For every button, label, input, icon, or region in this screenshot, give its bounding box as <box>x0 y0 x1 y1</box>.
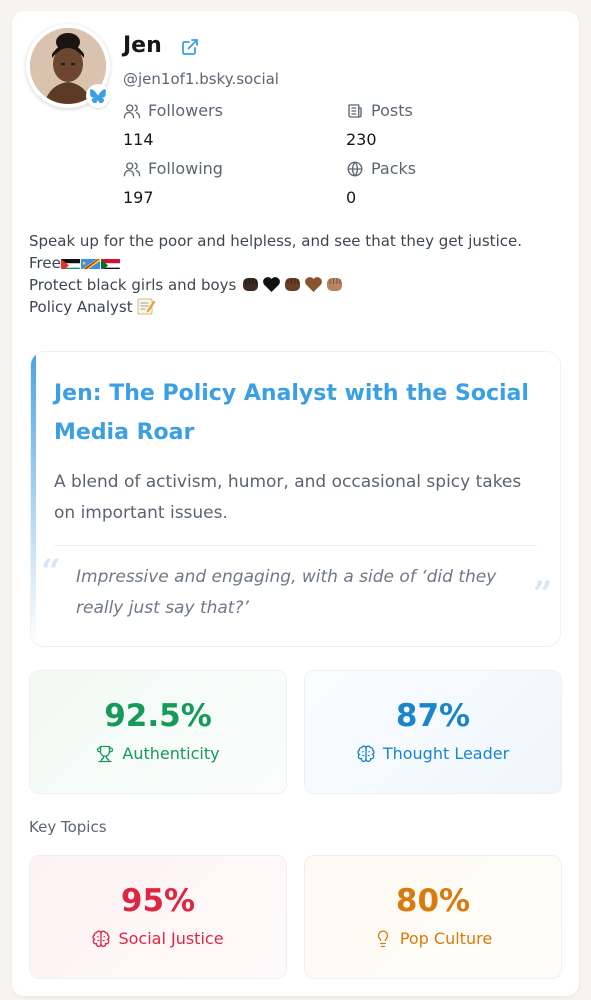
metric-thought-leader: 87% Thought Leader <box>304 670 562 794</box>
metric-label: Thought Leader <box>382 744 510 763</box>
globe-icon <box>347 161 363 176</box>
butterfly-icon <box>86 84 110 108</box>
users-icon <box>123 103 141 118</box>
profile-name: Jen <box>123 33 162 58</box>
open-quote-icon: “ <box>41 552 61 592</box>
trophy-icon <box>97 745 114 762</box>
bio-line: Protect black girls and boys <box>29 274 559 296</box>
profile-handle[interactable]: @jen1of1.bsky.social <box>123 70 279 88</box>
sudan-flag-icon <box>100 256 120 269</box>
metric-value: 92.5% <box>104 698 212 734</box>
persona-card: Jen: The Policy Analyst with the Social … <box>30 351 561 647</box>
profile-bio: Speak up for the poor and helpless, and … <box>29 230 559 318</box>
lightbulb-icon <box>377 929 388 947</box>
stat-followers[interactable]: Followers 114 <box>123 101 223 149</box>
bio-text: Policy Analyst <box>29 298 133 316</box>
users-icon <box>123 161 141 176</box>
bio-line: Speak up for the poor and helpless, and … <box>29 232 522 250</box>
stat-label: Posts <box>371 101 413 120</box>
bio-text: Free <box>29 254 61 272</box>
external-link-icon[interactable] <box>180 37 200 57</box>
palestine-flag-icon <box>60 256 80 269</box>
brain-icon <box>357 745 375 762</box>
stat-value: 230 <box>346 130 377 149</box>
persona-description: A blend of activism, humor, and occasion… <box>54 472 522 523</box>
stat-value: 0 <box>346 188 357 207</box>
raised-fist-dark-icon <box>241 276 260 293</box>
memo-icon <box>137 298 155 315</box>
stat-label: Followers <box>148 101 223 120</box>
bio-line: Free <box>29 252 559 274</box>
stat-label: Packs <box>371 159 417 178</box>
divider <box>54 545 537 546</box>
stat-following[interactable]: Following 197 <box>123 159 223 207</box>
metric-authenticity: 92.5% Authenticity <box>29 670 287 794</box>
stat-packs[interactable]: Packs 0 <box>346 159 416 207</box>
close-quote-icon: ” <box>533 574 553 614</box>
topic-social-justice: 95% Social Justice <box>29 855 287 979</box>
metric-value: 87% <box>395 698 471 734</box>
stat-value: 197 <box>123 188 154 207</box>
congo-flag-icon <box>80 256 100 269</box>
newspaper-icon <box>348 103 362 118</box>
metric-label: Authenticity <box>122 744 220 763</box>
stat-label: Following <box>148 159 223 178</box>
topic-label: Pop Culture <box>399 929 493 948</box>
stat-value: 114 <box>123 130 154 149</box>
brown-heart-icon <box>304 276 323 293</box>
brain-icon <box>92 930 111 947</box>
persona-quote: Impressive and engaging, with a side of … <box>76 567 497 618</box>
persona-accent-bar <box>31 352 36 646</box>
black-heart-icon <box>262 276 281 293</box>
topic-value: 80% <box>395 883 471 919</box>
raised-fist-medium-icon <box>325 276 344 293</box>
topic-pop-culture: 80% Pop Culture <box>304 855 562 979</box>
bio-line: Policy Analyst <box>29 296 559 318</box>
topic-value: 95% <box>120 883 196 919</box>
key-topics-heading: Key Topics <box>29 818 107 836</box>
bio-text: Protect black girls and boys <box>29 276 237 294</box>
topic-label: Social Justice <box>118 929 224 948</box>
raised-fist-medium-dark-icon <box>283 276 302 293</box>
stat-posts[interactable]: Posts 230 <box>346 101 413 149</box>
persona-title: Jen: The Policy Analyst with the Social … <box>54 381 529 445</box>
